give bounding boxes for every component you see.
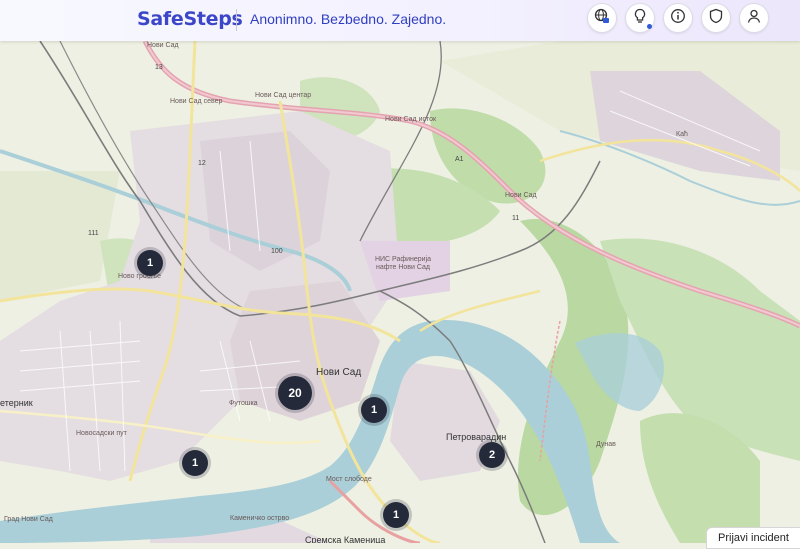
app-header: SafeSteps Anonimno. Bezbedno. Zajedno. — [0, 0, 800, 41]
map-label-dunav: Дунав — [596, 441, 616, 448]
incident-cluster[interactable]: 1 — [383, 502, 409, 528]
globe-icon — [594, 8, 610, 29]
route-100-label: 100 — [271, 248, 283, 255]
header-divider — [236, 9, 237, 31]
map-label-novi-sad-a1: Нови Сад — [505, 192, 537, 199]
notification-dot — [647, 24, 652, 29]
report-incident-button[interactable]: Prijavi incident — [706, 527, 800, 549]
map-label-kac: Каћ — [676, 131, 688, 138]
route-13-label: 13 — [155, 64, 163, 71]
route-12-label: 12 — [198, 160, 206, 167]
map-label-grad-novi-sad: Град Нови Сад — [4, 516, 53, 523]
map-label-kamenicko-ostrvo: Каменичко острво — [230, 515, 290, 522]
info-icon — [670, 8, 686, 29]
map-label-sremska-kamenica: Сремска Каменица — [305, 535, 386, 543]
map-label-most-slobode: Мост слободе — [326, 476, 372, 483]
user-icon — [746, 8, 762, 29]
route-11-label: 11 — [512, 215, 520, 222]
incident-cluster[interactable]: 1 — [361, 397, 387, 423]
map-view[interactable]: Нови Сад Нови Сад север Нови Сад центар … — [0, 41, 800, 543]
incident-cluster[interactable]: 1 — [137, 250, 163, 276]
map-label-futoska: Футошка — [229, 400, 258, 407]
incident-cluster[interactable]: 1 — [182, 450, 208, 476]
map-label-refinery: НИС Рафинерија нафте Нови Сад — [374, 256, 432, 271]
map-label-novosadski-put: Новосадски пут — [76, 430, 127, 437]
incident-cluster[interactable]: 2 — [479, 442, 505, 468]
map-label-novi-sad-sever: Нови Сад север — [170, 98, 223, 105]
map-label-novi-sad-istok: Нови Сад исток — [385, 116, 437, 123]
tips-button[interactable] — [625, 3, 655, 33]
brand-logo[interactable]: SafeSteps — [137, 8, 243, 30]
safety-button[interactable] — [701, 3, 731, 33]
map-label-novi-sad-station: Нови Сад — [147, 42, 179, 49]
route-a1-label: A1 — [455, 156, 464, 163]
map-label-veternik: етерник — [0, 398, 33, 408]
route-111-label: 111 — [88, 230, 99, 237]
map-label-novi-sad-centar: Нови Сад центар — [255, 92, 312, 99]
language-map-button[interactable] — [587, 3, 617, 33]
map-label-petrovaradin: Петроварадин — [446, 432, 507, 442]
shield-icon — [708, 8, 724, 29]
account-button[interactable] — [739, 3, 769, 33]
incident-cluster[interactable]: 20 — [278, 376, 312, 410]
lightbulb-icon — [632, 8, 648, 29]
tagline: Anonimno. Bezbedno. Zajedno. — [250, 11, 447, 27]
map-label-city-novi-sad: Нови Сад — [316, 367, 362, 378]
info-button[interactable] — [663, 3, 693, 33]
